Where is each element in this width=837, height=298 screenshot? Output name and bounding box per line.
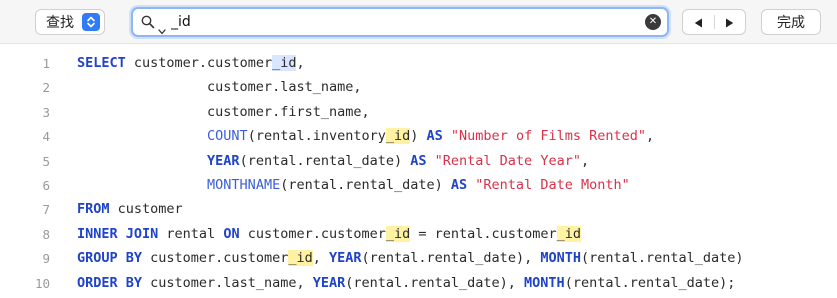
- sql-keyword: GROUP BY: [77, 250, 143, 267]
- code-token: ,: [580, 152, 590, 169]
- code-line[interactable]: 7 FROM customer: [0, 197, 837, 222]
- sql-keyword: AS: [426, 128, 443, 145]
- code-text: FROM customer: [77, 197, 183, 222]
- code-token: customer.customer: [125, 55, 273, 71]
- sql-keyword: ORDER BY: [77, 274, 143, 291]
- magnifier-icon: [141, 14, 155, 33]
- sql-keyword: AS: [410, 152, 427, 169]
- code-text: MONTHNAME(rental.rental_date) AS "Rental…: [77, 173, 630, 198]
- chevron-updown-icon: [82, 13, 100, 31]
- line-number: 10: [34, 275, 50, 291]
- current-search-match: _id: [272, 55, 297, 71]
- code-token: customer.customer: [239, 225, 386, 242]
- search-field[interactable]: ✕: [131, 7, 669, 37]
- sql-string: "Rental Date Month": [475, 177, 630, 193]
- sql-keyword: FROM: [77, 201, 110, 218]
- code-token: ,: [646, 128, 655, 145]
- search-match: _id: [385, 128, 411, 145]
- code-token: customer.last_name,: [142, 274, 313, 291]
- code-token: (rental.inventory: [247, 128, 386, 145]
- code-token: ,: [312, 250, 329, 267]
- previous-match-button[interactable]: [683, 10, 714, 34]
- code-line[interactable]: 4 COUNT(rental.inventory_id) AS "Number …: [0, 124, 837, 149]
- sql-keyword: YEAR: [312, 274, 346, 291]
- sql-string: "Number of Films Rented": [450, 128, 646, 145]
- find-bar: 查找 ✕: [0, 0, 837, 44]
- line-number: 1: [42, 56, 50, 71]
- clear-icon[interactable]: ✕: [645, 14, 661, 30]
- code-line[interactable]: 2 customer.last_name,: [0, 75, 837, 100]
- next-match-icon: [725, 13, 734, 32]
- code-line[interactable]: 8 INNER JOIN rental ON customer.customer_…: [0, 222, 837, 247]
- sql-keyword: YEAR: [207, 152, 240, 169]
- sql-function: COUNT: [207, 128, 248, 145]
- next-match-button[interactable]: [715, 10, 746, 34]
- code-token: customer.first_name,: [77, 103, 370, 120]
- previous-match-icon: [694, 13, 703, 32]
- code-text: YEAR(rental.rental_date) AS "Rental Date…: [77, 149, 589, 174]
- sql-keyword: MONTH: [524, 274, 565, 291]
- code-text: GROUP BY customer.customer_id, YEAR(rent…: [77, 246, 744, 271]
- code-line[interactable]: 1 SELECT customer.customer_id,: [0, 51, 837, 76]
- code-text: customer.last_name,: [77, 75, 361, 100]
- code-line[interactable]: 3 customer.first_name,: [0, 100, 837, 125]
- match-navigation: [682, 9, 746, 35]
- code-token: (rental.rental_date);: [564, 274, 736, 291]
- chevron-down-icon[interactable]: [158, 20, 166, 39]
- search-match: _id: [556, 225, 581, 242]
- sql-keyword: ON: [223, 225, 240, 242]
- line-number: 2: [42, 80, 50, 96]
- code-token: customer.last_name,: [77, 79, 362, 96]
- code-token: = rental.customer: [410, 225, 557, 242]
- code-token: ,: [296, 55, 305, 71]
- sql-function: MONTHNAME: [207, 177, 281, 193]
- sql-keyword: YEAR: [329, 250, 362, 267]
- code-text: ORDER BY customer.last_name, YEAR(rental…: [77, 271, 735, 296]
- code-token: (rental.rental_date),: [361, 250, 541, 267]
- code-token: customer: [109, 201, 183, 218]
- code-line[interactable]: 10 ORDER BY customer.last_name, YEAR(rent…: [0, 271, 837, 296]
- code-line[interactable]: 6 MONTHNAME(rental.rental_date) AS "Rent…: [0, 173, 837, 198]
- line-number: 9: [42, 251, 50, 267]
- code-token: (rental.rental_date): [580, 250, 744, 267]
- find-mode-select[interactable]: 查找: [35, 9, 105, 35]
- code-token: ): [410, 128, 427, 145]
- line-number: 5: [42, 153, 50, 169]
- done-button[interactable]: 完成: [761, 9, 821, 35]
- sql-editor[interactable]: 1 SELECT customer.customer_id, 2 customer.…: [0, 45, 837, 298]
- search-match: _id: [288, 250, 313, 267]
- search-match: _id: [385, 225, 411, 242]
- code-token: (rental.rental_date),: [345, 274, 525, 291]
- code-text: INNER JOIN rental ON customer.customer_i…: [77, 222, 581, 247]
- line-number: 4: [42, 129, 50, 145]
- code-text: customer.first_name,: [77, 100, 370, 125]
- code-token: (rental.rental_date): [280, 177, 451, 193]
- line-number: 7: [42, 202, 50, 218]
- line-number: 6: [42, 178, 50, 193]
- code-token: customer.customer: [142, 250, 289, 267]
- sql-keyword: SELECT: [77, 55, 126, 71]
- sql-keyword: MONTH: [540, 250, 581, 267]
- line-number: 3: [42, 104, 50, 120]
- code-token: (rental.rental_date): [239, 152, 411, 169]
- code-line[interactable]: 9 GROUP BY customer.customer_id, YEAR(ren…: [0, 246, 837, 271]
- sql-keyword: AS: [450, 177, 468, 193]
- code-token: rental: [158, 225, 224, 242]
- find-mode-label: 查找: [46, 15, 74, 31]
- line-number: 8: [42, 226, 50, 242]
- sql-string: "Rental Date Year": [434, 152, 581, 169]
- search-input[interactable]: [171, 11, 631, 33]
- sql-keyword: INNER JOIN: [77, 225, 159, 242]
- code-text: COUNT(rental.inventory_id) AS "Number of…: [77, 124, 654, 149]
- code-line[interactable]: 5 YEAR(rental.rental_date) AS "Rental Da…: [0, 149, 837, 174]
- code-text: SELECT customer.customer_id,: [77, 51, 305, 76]
